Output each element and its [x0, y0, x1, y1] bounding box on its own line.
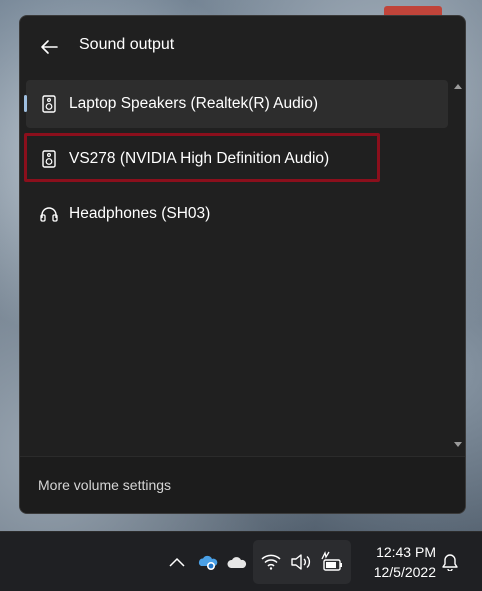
wifi-icon	[261, 554, 281, 570]
battery-icon	[320, 551, 344, 573]
device-label: VS278 (NVIDIA High Definition Audio)	[69, 150, 330, 167]
device-item-headphones[interactable]: Headphones (SH03)	[26, 190, 448, 238]
system-tray-group[interactable]	[253, 540, 351, 584]
taskbar-clock[interactable]: 12:43 PM 12/5/2022	[356, 542, 436, 582]
panel-footer: More volume settings	[20, 456, 465, 513]
clock-time: 12:43 PM	[376, 544, 436, 560]
panel-header: Sound output	[20, 16, 465, 78]
volume-icon	[290, 553, 312, 571]
sound-output-panel: Sound output Laptop Speakers (Realtek(R)…	[19, 15, 466, 514]
scroll-down-icon[interactable]	[453, 440, 463, 450]
chevron-up-icon[interactable]	[168, 554, 186, 570]
headphones-icon	[40, 204, 58, 224]
device-list: Laptop Speakers (Realtek(R) Audio) VS278…	[20, 78, 450, 456]
back-button[interactable]	[36, 34, 62, 60]
device-item-laptop-speakers[interactable]: Laptop Speakers (Realtek(R) Audio)	[24, 80, 448, 128]
clock-date: 12/5/2022	[373, 564, 436, 580]
device-label: Laptop Speakers (Realtek(R) Audio)	[69, 95, 318, 112]
scroll-up-icon[interactable]	[453, 81, 463, 91]
device-item-vs278[interactable]: VS278 (NVIDIA High Definition Audio)	[26, 135, 448, 183]
scrollbar[interactable]	[451, 78, 465, 456]
onedrive-icon[interactable]	[196, 552, 220, 572]
device-label: Headphones (SH03)	[69, 205, 211, 222]
arrow-left-icon	[41, 40, 58, 54]
cloud-icon[interactable]	[226, 552, 248, 572]
taskbar: 12:43 PM 12/5/2022	[0, 531, 482, 591]
selection-indicator	[24, 95, 27, 112]
panel-title: Sound output	[79, 36, 175, 53]
more-volume-settings-link[interactable]: More volume settings	[38, 477, 171, 493]
speaker-icon	[40, 149, 58, 169]
speaker-icon	[40, 94, 58, 114]
notification-icon[interactable]	[440, 552, 460, 572]
